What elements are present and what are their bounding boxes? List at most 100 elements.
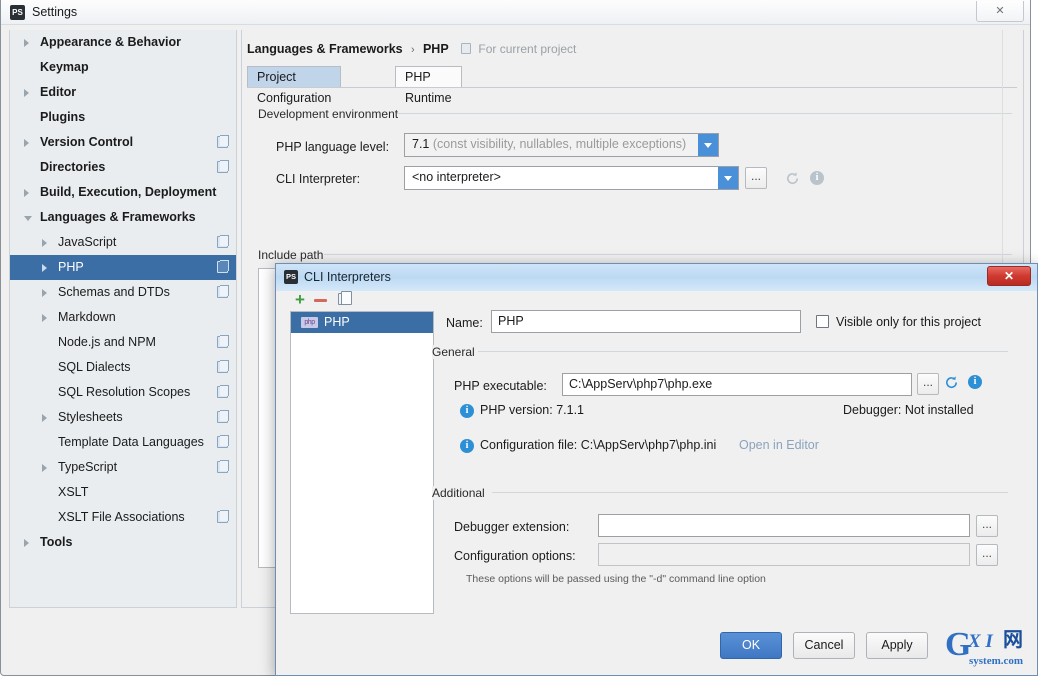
sidebar-item-schemas-and-dtds[interactable]: Schemas and DTDs (10, 280, 236, 305)
project-scope-icon (217, 435, 229, 448)
php-executable-browse-button[interactable]: ... (917, 373, 939, 395)
chevron-down-icon[interactable] (718, 167, 738, 189)
php-language-level-value: 7.1 (const visibility, nullables, multip… (412, 137, 686, 151)
sidebar-item-label: Template Data Languages (58, 435, 204, 449)
chevron-down-icon[interactable] (24, 216, 32, 221)
copy-interpreter-icon[interactable] (338, 291, 352, 305)
sidebar-item-stylesheets[interactable]: Stylesheets (10, 405, 236, 430)
sidebar-item-label: Version Control (40, 135, 134, 149)
watermark-xi: X I (968, 631, 993, 652)
close-icon[interactable]: ✕ (976, 1, 1024, 22)
tab-project-configuration[interactable]: Project Configuration (247, 66, 342, 105)
debugger-extension-field[interactable] (598, 514, 970, 537)
debugger-extension-label: Debugger extension: (454, 520, 570, 534)
sidebar-item-sql-resolution-scopes[interactable]: SQL Resolution Scopes (10, 380, 236, 405)
sidebar-item-tools[interactable]: Tools (10, 530, 236, 555)
chevron-right-icon[interactable] (42, 414, 47, 422)
chevron-right-icon[interactable] (24, 539, 29, 547)
apply-button[interactable]: Apply (866, 632, 928, 659)
interpreter-list[interactable]: php PHP (290, 311, 434, 614)
cli-interpreter-browse-button[interactable]: ... (745, 167, 767, 189)
debugger-extension-browse-button[interactable]: ... (976, 515, 998, 537)
sidebar-item-typescript[interactable]: TypeScript (10, 455, 236, 480)
php-language-level-combo[interactable]: 7.1 (const visibility, nullables, multip… (404, 133, 719, 157)
info-icon[interactable]: i (968, 375, 982, 389)
name-field[interactable]: PHP (491, 310, 801, 333)
tab-php-runtime[interactable]: PHP Runtime (395, 66, 462, 105)
breadcrumb: Languages & Frameworks › PHP For current… (247, 42, 576, 56)
sidebar-item-label: Schemas and DTDs (58, 285, 170, 299)
sidebar-item-label: SQL Resolution Scopes (58, 385, 191, 399)
interpreter-list-toolbar[interactable]: + (290, 291, 434, 311)
close-icon[interactable]: ✕ (987, 266, 1031, 286)
options-hint: These options will be passed using the "… (466, 573, 766, 585)
info-icon: i (460, 439, 474, 453)
cancel-button[interactable]: Cancel (793, 632, 855, 659)
sidebar-item-editor[interactable]: Editor (10, 80, 236, 105)
project-scope-icon (217, 360, 229, 373)
sidebar-item-label: Editor (40, 85, 77, 99)
open-in-editor-link[interactable]: Open in Editor (739, 438, 819, 452)
configuration-options-label: Configuration options: (454, 549, 576, 563)
sidebar-item-label: PHP (58, 260, 84, 274)
group-rule (324, 254, 1012, 255)
sidebar-item-xslt[interactable]: XSLT (10, 480, 236, 505)
sidebar-item-languages-frameworks[interactable]: Languages & Frameworks (10, 205, 236, 230)
sidebar-item-template-data-languages[interactable]: Template Data Languages (10, 430, 236, 455)
chevron-right-icon[interactable] (24, 139, 29, 147)
refresh-icon[interactable] (944, 375, 959, 390)
settings-sidebar[interactable]: Appearance & Behavior Keymap Editor Plugins… (9, 30, 237, 608)
chevron-right-icon[interactable] (24, 89, 29, 97)
include-path-group-label: Include path (258, 248, 330, 262)
sidebar-item-node-js-and-npm[interactable]: Node.js and NPM (10, 330, 236, 355)
window-title: Settings (32, 5, 78, 19)
info-icon[interactable]: i (810, 171, 824, 185)
sidebar-item-keymap[interactable]: Keymap (10, 55, 236, 80)
sidebar-item-label: Keymap (40, 60, 89, 74)
sidebar-item-version-control[interactable]: Version Control (10, 130, 236, 155)
visible-only-checkbox[interactable] (816, 315, 829, 328)
breadcrumb-separator: › (410, 44, 415, 56)
project-scope-icon (217, 285, 229, 298)
chevron-right-icon[interactable] (42, 314, 47, 322)
chevron-right-icon[interactable] (24, 189, 29, 197)
sidebar-item-xslt-file-associations[interactable]: XSLT File Associations (10, 505, 236, 530)
sidebar-item-markdown[interactable]: Markdown (10, 305, 236, 330)
php-icon: php (301, 317, 318, 328)
cli-dialog-titlebar: PS CLI Interpreters (276, 264, 1037, 291)
sidebar-item-label: TypeScript (58, 460, 118, 474)
add-interpreter-button[interactable]: + (292, 291, 308, 309)
sidebar-item-php[interactable]: PHP (10, 255, 236, 280)
settings-tree[interactable]: Appearance & Behavior Keymap Editor Plugins… (10, 30, 236, 555)
chevron-right-icon[interactable] (42, 289, 47, 297)
sidebar-item-label: Languages & Frameworks (40, 210, 196, 224)
sidebar-item-sql-dialects[interactable]: SQL Dialects (10, 355, 236, 380)
chevron-right-icon[interactable] (42, 464, 47, 472)
chevron-down-icon[interactable] (698, 134, 718, 156)
chevron-right-icon[interactable] (24, 39, 29, 47)
name-field-value: PHP (498, 314, 524, 328)
sidebar-item-directories[interactable]: Directories (10, 155, 236, 180)
cli-interpreter-value: <no interpreter> (412, 170, 501, 184)
refresh-icon[interactable] (785, 171, 800, 186)
php-version-text: PHP version: 7.1.1 (480, 403, 584, 417)
ok-button[interactable]: OK (720, 632, 782, 659)
configuration-file-text: Configuration file: C:\AppServ\php7\php.… (480, 438, 717, 452)
sidebar-item-label: Build, Execution, Deployment (40, 185, 217, 199)
sidebar-item-appearance-behavior[interactable]: Appearance & Behavior (10, 30, 236, 55)
visible-only-label: Visible only for this project (836, 315, 981, 329)
sidebar-item-label: XSLT (58, 485, 89, 499)
sidebar-item-plugins[interactable]: Plugins (10, 105, 236, 130)
cli-interpreter-combo[interactable]: <no interpreter> (404, 166, 739, 190)
chevron-right-icon[interactable] (42, 239, 47, 247)
php-executable-field[interactable]: C:\AppServ\php7\php.exe (562, 373, 912, 396)
remove-interpreter-button[interactable] (314, 299, 327, 302)
sidebar-item-javascript[interactable]: JavaScript (10, 230, 236, 255)
configuration-options-field[interactable] (598, 543, 970, 566)
list-item[interactable]: php PHP (291, 312, 433, 333)
cli-dialog-title: CLI Interpreters (304, 270, 391, 284)
chevron-right-icon[interactable] (42, 264, 47, 272)
sidebar-item-build-execution-deployment[interactable]: Build, Execution, Deployment (10, 180, 236, 205)
info-icon: i (460, 404, 474, 418)
configuration-options-browse-button[interactable]: ... (976, 544, 998, 566)
